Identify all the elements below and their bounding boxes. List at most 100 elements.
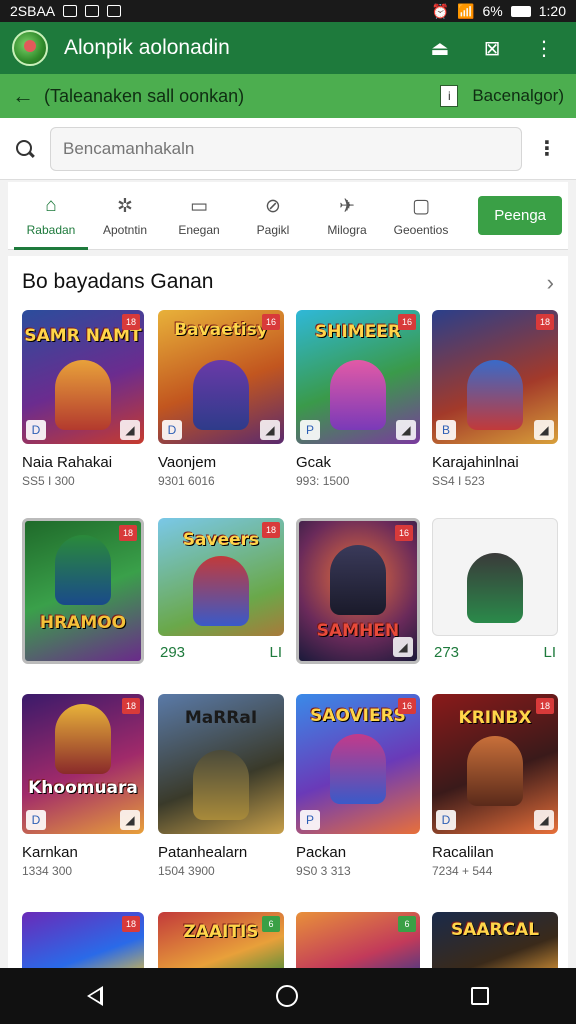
document-icon[interactable]: i xyxy=(440,85,459,107)
banner-right-text[interactable]: Bacenalgor) xyxy=(472,86,564,106)
peenga-button[interactable]: Peenga xyxy=(478,196,562,235)
game-card[interactable]: SAOVIERS 16 P Packan 9S0 3 313 xyxy=(296,694,420,884)
game-thumbnail: Khoomuara 18 D ◢ xyxy=(22,694,144,834)
card-footer: 273 LI xyxy=(432,644,558,661)
character-art xyxy=(193,750,249,820)
game-card[interactable]: MaRRaI Patanhealarn 1504 3900 xyxy=(158,694,284,884)
search-bar: ⋮ xyxy=(0,118,576,180)
back-icon[interactable] xyxy=(86,986,103,1006)
card-footer-left: 293 xyxy=(160,644,186,661)
chevron-right-icon[interactable]: › xyxy=(547,270,554,296)
back-arrow-icon[interactable]: ← xyxy=(12,83,34,109)
character-art xyxy=(330,734,386,804)
tab-label: Rabadan xyxy=(26,222,76,237)
publisher-icon: D xyxy=(26,420,46,440)
status-bar: 2SBAA ⏰ 📶 6% 1:20 xyxy=(0,0,576,22)
tab-pagikl[interactable]: ⊘ Pagikl xyxy=(236,182,310,250)
age-icon: ◢ xyxy=(260,420,280,440)
upload-icon[interactable]: ⏏ xyxy=(420,28,460,68)
character-art xyxy=(193,556,249,626)
tab-label: Apotntin xyxy=(102,222,148,237)
rating-badge: 16 xyxy=(398,698,416,714)
tab-apotntin[interactable]: ✲ Apotntin xyxy=(88,182,162,250)
section-title: Bo bayadans Ganan xyxy=(22,270,214,293)
game-card[interactable]: Khoomuara 18 D ◢ Karnkan 1334 300 xyxy=(22,694,144,884)
game-meta: 1334 300 xyxy=(22,864,73,878)
character-art xyxy=(193,360,249,430)
rating-badge: 18 xyxy=(122,314,140,330)
game-thumbnail: 18 xyxy=(22,912,144,968)
game-card[interactable]: Bavaetisy 16 D ◢ Vaonjem 9301 6016 xyxy=(158,310,284,490)
publisher-icon: D xyxy=(162,420,182,440)
banner-text: (Taleanaken sall oonkan) xyxy=(44,85,245,106)
game-thumbnail: SAARCAL xyxy=(432,912,558,968)
game-card[interactable]: KRINBX 18 D ◢ Racalilan 7234 + 544 xyxy=(432,694,558,884)
game-card[interactable]: SAARCAL xyxy=(432,912,558,968)
app-bar: Alonpik aolonadin ⏏ ⊠ ⋮ xyxy=(0,22,576,74)
game-card[interactable]: SHIMEER 16 P ◢ Gcak 993: 1500 xyxy=(296,310,420,490)
rating-badge: 18 xyxy=(119,525,137,541)
info-banner: ← (Taleanaken sall oonkan) i Bacenalgor) xyxy=(0,74,576,118)
age-icon: ◢ xyxy=(393,637,413,657)
game-name: Vaonjem xyxy=(158,454,217,471)
game-card[interactable]: 18 B ◢ Karajahinlnai SS4 I 523 xyxy=(432,310,558,490)
home-button-icon[interactable] xyxy=(275,985,298,1007)
game-card[interactable]: 18 xyxy=(22,912,144,968)
rating-badge: 6 xyxy=(262,916,280,932)
age-icon: ◢ xyxy=(396,420,416,440)
game-card[interactable]: Saveers 18 293 LI xyxy=(158,518,284,668)
more-menu-icon[interactable]: ⋮ xyxy=(524,28,564,68)
tab-enegan[interactable]: ▭ Enegan xyxy=(162,182,236,250)
close-box-icon[interactable]: ⊠ xyxy=(472,28,512,68)
age-icon: ◢ xyxy=(534,810,554,830)
category-tabs: ⌂ Rabadan ✲ Apotntin ▭ Enegan ⊘ Pagikl ✈… xyxy=(8,182,568,250)
game-thumbnail xyxy=(432,518,558,636)
character-art xyxy=(55,704,111,774)
rating-badge: 18 xyxy=(122,916,140,932)
tab-rabadan[interactable]: ⌂ Rabadan xyxy=(14,182,88,250)
game-card[interactable]: ZAAITIS 6 xyxy=(158,912,284,968)
wifi-icon: 📶 xyxy=(457,2,475,19)
game-card[interactable]: SAMHEN 16 ◢ xyxy=(296,518,420,664)
age-icon: ◢ xyxy=(120,810,140,830)
search-input[interactable] xyxy=(50,126,522,171)
character-art xyxy=(330,360,386,430)
game-name: Gcak xyxy=(296,454,332,471)
card-footer-right: LI xyxy=(269,644,282,661)
game-name: Naia Rahakai xyxy=(22,454,113,471)
app-title: Alonpik aolonadin xyxy=(64,36,230,59)
tab-geoentios[interactable]: ▢ Geoentios xyxy=(384,182,458,250)
search-icon[interactable] xyxy=(14,138,36,160)
game-card[interactable]: SAMR NAMT 18 D ◢ Naia Rahakai SS5 I 300 xyxy=(22,310,144,490)
thumbnail-title: Khoomuara xyxy=(28,778,138,798)
tab-milogra[interactable]: ✈ Milogra xyxy=(310,182,384,250)
game-meta: 993: 1500 xyxy=(296,474,350,488)
game-thumbnail: Bavaetisy 16 D ◢ xyxy=(158,310,284,444)
rating-badge: 18 xyxy=(536,314,554,330)
game-name: Racalilan xyxy=(432,844,494,861)
battery-percent: 6% xyxy=(482,3,503,19)
game-name: Patanhealarn xyxy=(158,844,248,861)
game-meta: SS4 I 523 xyxy=(432,474,485,488)
notification-icon xyxy=(107,5,122,17)
game-card[interactable]: 6 xyxy=(296,912,420,968)
game-card[interactable]: HRAMOO 18 xyxy=(22,518,144,664)
character-art xyxy=(55,535,111,605)
game-meta: 1504 3900 xyxy=(158,864,215,878)
rating-badge: 16 xyxy=(395,525,413,541)
publisher-icon: P xyxy=(300,810,320,830)
character-art xyxy=(467,553,523,623)
rating-badge: 16 xyxy=(398,314,416,330)
search-more-icon[interactable]: ⋮ xyxy=(532,136,562,161)
publisher-icon: B xyxy=(436,420,456,440)
game-thumbnail: HRAMOO 18 xyxy=(22,518,144,664)
card-footer: 293 LI xyxy=(158,644,284,661)
game-meta: 7234 + 544 xyxy=(432,864,493,878)
tab-label: Enegan xyxy=(178,222,220,237)
recents-icon[interactable] xyxy=(471,987,490,1005)
game-thumbnail: ZAAITIS 6 xyxy=(158,912,284,968)
game-card[interactable]: 273 LI xyxy=(432,518,558,668)
photo-icon xyxy=(63,5,78,17)
gamepad-icon: ▭ xyxy=(190,195,208,217)
game-meta: 9301 6016 xyxy=(158,474,215,488)
